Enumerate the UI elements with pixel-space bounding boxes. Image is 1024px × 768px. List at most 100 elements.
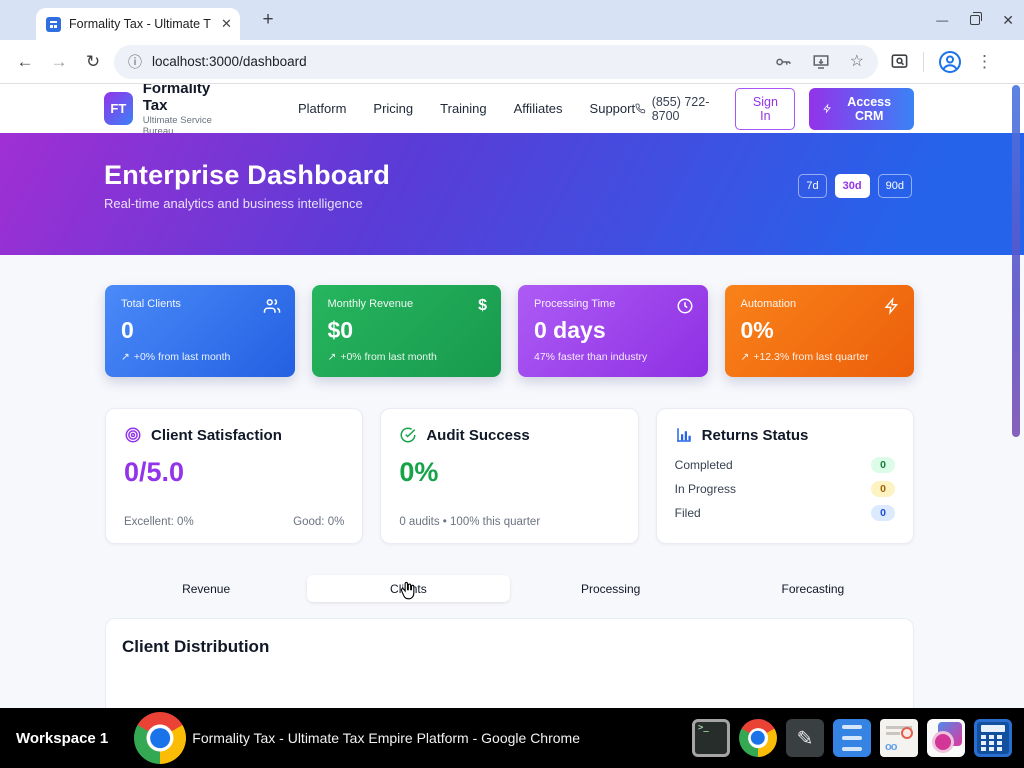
browser-tab-active[interactable]: Formality Tax - Ultimate T ✕ — [36, 8, 240, 40]
url-text[interactable]: localhost:3000/dashboard — [152, 54, 774, 69]
site-info-icon[interactable]: ⓘ — [128, 52, 142, 72]
stat-value: 0% — [741, 317, 899, 344]
password-key-icon[interactable] — [774, 53, 792, 71]
image-viewer-icon[interactable] — [927, 719, 965, 757]
nav-pricing[interactable]: Pricing — [373, 101, 413, 116]
install-app-icon[interactable] — [812, 53, 830, 71]
tab-close-icon[interactable]: ✕ — [221, 16, 232, 32]
file-cabinet-icon[interactable] — [833, 719, 871, 757]
bookmark-star-icon[interactable]: ☆ — [850, 54, 864, 70]
stat-footnote: +12.3% from last quarter — [753, 351, 868, 363]
returns-row-completed: Completed 0 — [675, 457, 895, 473]
window-restore-icon[interactable] — [970, 15, 980, 25]
stat-value: 0 — [121, 317, 279, 344]
users-icon — [263, 297, 281, 315]
text-editor-icon[interactable]: ✎ — [786, 719, 824, 757]
returns-status-card: Returns Status Completed 0 In Progress 0… — [656, 408, 914, 544]
status-badge: 0 — [871, 481, 895, 497]
section-title: Client Distribution — [122, 637, 897, 657]
stat-footnote: +0% from last month — [134, 351, 231, 363]
taskbar: Workspace 1 Formality Tax - Ultimate Tax… — [0, 708, 1024, 768]
client-distribution-card: Client Distribution — [105, 618, 914, 708]
clock-icon — [676, 297, 694, 315]
stat-card-monthly-revenue: Monthly Revenue $ $0 ↗ +0% from last mon… — [312, 285, 502, 377]
stat-footnote: 47% faster than industry — [534, 351, 647, 363]
web-page: FT Formality Tax Ultimate Service Bureau… — [0, 84, 1024, 708]
phone-icon — [635, 102, 646, 115]
bar-chart-icon — [675, 426, 693, 444]
toolbar-divider — [923, 52, 924, 72]
chrome-window-icon[interactable] — [134, 712, 186, 764]
document-viewer-icon[interactable]: oo — [880, 719, 918, 757]
brand-logo[interactable]: FT — [104, 92, 133, 125]
phone-number[interactable]: (855) 722-8700 — [635, 95, 721, 123]
bolt-icon — [884, 297, 900, 315]
page-scrollbar-thumb[interactable] — [1012, 85, 1020, 437]
stat-value: $0 — [328, 317, 486, 344]
range-90d-button[interactable]: 90d — [878, 174, 912, 198]
main-nav: Platform Pricing Training Affiliates Sup… — [298, 101, 635, 116]
browser-toolbar: ← → ↻ ⓘ localhost:3000/dashboard ☆ — [0, 40, 1024, 84]
metric-cards-row: Client Satisfaction 0/5.0 Excellent: 0% … — [105, 408, 914, 544]
status-badge: 0 — [871, 457, 895, 473]
tab-processing[interactable]: Processing — [510, 575, 712, 602]
audit-success-card: Audit Success 0% 0 audits • 100% this qu… — [380, 408, 638, 544]
stat-title: Processing Time — [534, 298, 692, 310]
nav-platform[interactable]: Platform — [298, 101, 346, 116]
dollar-icon: $ — [478, 297, 487, 315]
metric-title: Returns Status — [702, 427, 809, 444]
desktop-screen: Formality Tax - Ultimate T ✕ + — ✕ ← → ↻… — [0, 0, 1024, 768]
stat-value: 0 days — [534, 317, 692, 344]
tab-forecasting[interactable]: Forecasting — [712, 575, 914, 602]
calculator-icon[interactable] — [974, 719, 1012, 757]
trend-up-icon: ↗ — [121, 351, 130, 363]
status-badge: 0 — [871, 505, 895, 521]
back-icon[interactable]: ← — [8, 52, 42, 72]
sign-in-button[interactable]: Sign In — [735, 88, 795, 130]
excellent-note: Excellent: 0% — [124, 516, 194, 528]
returns-row-in-progress: In Progress 0 — [675, 481, 895, 497]
page-search-icon[interactable] — [890, 52, 909, 71]
new-tab-button[interactable]: + — [256, 9, 280, 33]
stat-footnote: +0% from last month — [340, 351, 437, 363]
taskbar-window-title[interactable]: Formality Tax - Ultimate Tax Empire Plat… — [192, 730, 580, 746]
profile-avatar[interactable] — [938, 50, 962, 74]
tab-revenue[interactable]: Revenue — [105, 575, 307, 602]
range-30d-button[interactable]: 30d — [835, 174, 870, 198]
bolt-icon — [823, 102, 832, 115]
address-bar[interactable]: ⓘ localhost:3000/dashboard ☆ — [114, 45, 878, 79]
window-close-icon[interactable]: ✕ — [1002, 10, 1014, 30]
stat-cards-row: Total Clients 0 ↗ +0% from last month Mo… — [105, 285, 914, 377]
page-title: Enterprise Dashboard — [104, 160, 390, 191]
metric-title: Client Satisfaction — [151, 427, 282, 444]
client-satisfaction-card: Client Satisfaction 0/5.0 Excellent: 0% … — [105, 408, 363, 544]
terminal-icon[interactable] — [692, 719, 730, 757]
chart-tabs: Revenue Clients Processing Forecasting — [105, 575, 914, 602]
time-range-group: 7d 30d 90d — [798, 174, 912, 198]
site-header: FT Formality Tax Ultimate Service Bureau… — [0, 84, 1024, 133]
good-note: Good: 0% — [293, 516, 344, 528]
audit-footnote: 0 audits • 100% this quarter — [399, 516, 540, 528]
access-crm-button[interactable]: Access CRM — [809, 88, 914, 130]
nav-training[interactable]: Training — [440, 101, 486, 116]
reload-icon[interactable]: ↻ — [76, 52, 110, 72]
nav-support[interactable]: Support — [590, 101, 636, 116]
forward-icon[interactable]: → — [42, 52, 76, 72]
page-subtitle: Real-time analytics and business intelli… — [104, 196, 363, 211]
trend-up-icon: ↗ — [328, 351, 337, 363]
range-7d-button[interactable]: 7d — [798, 174, 826, 198]
window-minimize-icon[interactable]: — — [936, 10, 948, 30]
system-tray: ✎ oo — [692, 719, 1012, 757]
audit-value: 0% — [399, 457, 619, 488]
browser-tabstrip: Formality Tax - Ultimate T ✕ + — ✕ — [0, 0, 1024, 40]
target-icon — [124, 426, 142, 444]
check-circle-icon — [399, 426, 417, 444]
stat-card-total-clients: Total Clients 0 ↗ +0% from last month — [105, 285, 295, 377]
trend-up-icon: ↗ — [741, 351, 750, 363]
browser-menu-icon[interactable]: ⋮ — [976, 52, 993, 72]
calculator-favicon — [46, 17, 61, 32]
chrome-icon[interactable] — [739, 719, 777, 757]
stat-title: Total Clients — [121, 298, 279, 310]
nav-affiliates[interactable]: Affiliates — [514, 101, 563, 116]
workspace-label[interactable]: Workspace 1 — [16, 730, 108, 747]
